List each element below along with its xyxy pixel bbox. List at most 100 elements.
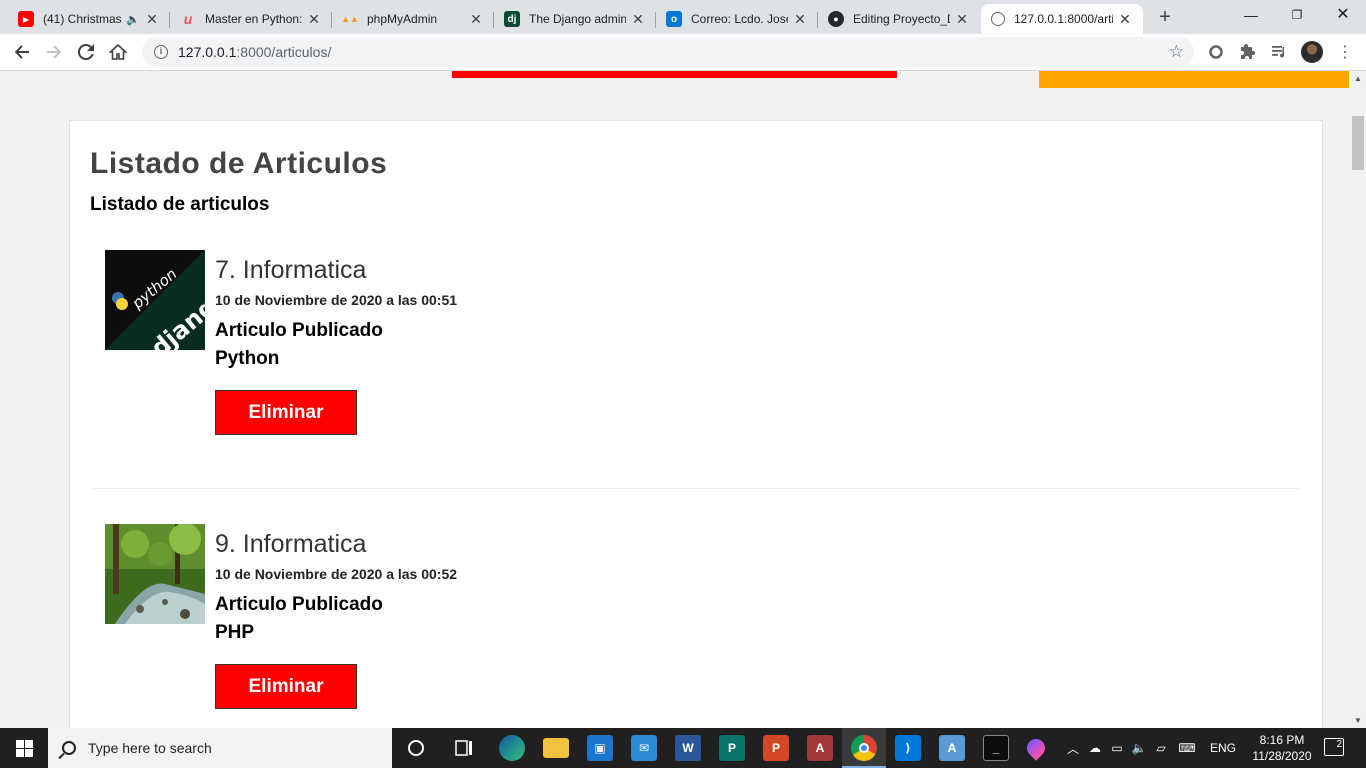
search-placeholder: Type here to search bbox=[88, 740, 212, 756]
vertical-scrollbar[interactable]: ▲ ▼ bbox=[1350, 71, 1366, 728]
django-icon: dj bbox=[504, 11, 520, 27]
article-date: 10 de Noviembre de 2020 a las 00:52 bbox=[215, 566, 458, 582]
back-arrow-icon[interactable] bbox=[10, 40, 34, 64]
extensions-puzzle-icon[interactable] bbox=[1236, 40, 1260, 64]
cloud-warning-icon[interactable]: ☁ bbox=[1084, 741, 1106, 755]
browser-toolbar: i 127.0.0.1:8000/articulos/ ☆ ⋮ bbox=[0, 34, 1366, 71]
speaker-icon[interactable]: 🔈 bbox=[126, 13, 140, 26]
globe-icon bbox=[991, 12, 1005, 26]
page-viewport: Listado de Articulos Listado de articulo… bbox=[0, 71, 1350, 728]
store-icon[interactable]: ▣ bbox=[587, 735, 613, 761]
tab-strip: ▶ (41) Christmas 🔈 ✕ u Master en Python:… bbox=[0, 0, 1366, 34]
search-icon bbox=[62, 741, 76, 755]
python-django-logo-image: python django bbox=[105, 250, 205, 350]
article-divider bbox=[90, 488, 1302, 489]
info-icon[interactable]: i bbox=[154, 45, 168, 59]
cortana-icon[interactable] bbox=[403, 735, 429, 761]
taskbar-search-box[interactable]: Type here to search bbox=[48, 728, 392, 768]
extension-circle-icon[interactable] bbox=[1204, 40, 1228, 64]
windows-taskbar: Type here to search ▣ ✉ W P P A ⟩ A _ ︿ … bbox=[0, 728, 1366, 768]
volume-icon[interactable]: 🔈 bbox=[1128, 741, 1150, 755]
notification-center-icon[interactable]: 2 bbox=[1324, 738, 1344, 756]
udemy-icon: u bbox=[183, 11, 193, 27]
delete-article-button[interactable]: Eliminar bbox=[215, 664, 357, 709]
tab-title: The Django admin bbox=[529, 12, 626, 26]
header-red-bar bbox=[452, 71, 897, 78]
tab-title: Editing Proyecto_D bbox=[853, 12, 950, 26]
article-date: 10 de Noviembre de 2020 a las 00:51 bbox=[215, 292, 458, 308]
keyboard-icon[interactable]: ⌨ bbox=[1172, 741, 1202, 755]
forest-stream-photo bbox=[105, 524, 205, 624]
notification-count: 2 bbox=[1336, 739, 1342, 750]
close-tab-icon[interactable]: ✕ bbox=[144, 11, 160, 28]
page-title: Listado de Articulos bbox=[90, 147, 388, 180]
task-view-icon[interactable] bbox=[451, 735, 477, 761]
tab-title: 127.0.0.1:8000/artic bbox=[1014, 12, 1113, 26]
tab-youtube[interactable]: ▶ (41) Christmas 🔈 ✕ bbox=[8, 4, 170, 34]
tab-udemy[interactable]: u Master en Python: ✕ bbox=[170, 4, 332, 34]
close-tab-icon[interactable]: ✕ bbox=[468, 11, 484, 28]
outlook-icon: o bbox=[666, 11, 682, 27]
media-queue-icon[interactable] bbox=[1268, 40, 1292, 64]
tab-title: phpMyAdmin bbox=[367, 12, 438, 26]
delete-article-button[interactable]: Eliminar bbox=[215, 390, 357, 435]
vscode-icon[interactable]: ⟩ bbox=[895, 735, 921, 761]
taskbar-clock[interactable]: 8:16 PM 11/28/2020 bbox=[1250, 732, 1314, 764]
clock-time: 8:16 PM bbox=[1259, 733, 1305, 747]
phpmyadmin-icon: ▲▲ bbox=[341, 14, 359, 24]
publisher-icon[interactable]: P bbox=[719, 735, 745, 761]
github-icon: ● bbox=[828, 11, 844, 27]
close-tab-icon[interactable]: ✕ bbox=[954, 11, 970, 28]
scroll-up-arrow-icon[interactable]: ▲ bbox=[1354, 74, 1362, 83]
chrome-icon[interactable] bbox=[851, 735, 877, 761]
battery-icon[interactable]: ▭ bbox=[1106, 741, 1128, 755]
tab-title: Master en Python: bbox=[205, 12, 302, 26]
url-path: :8000/articulos/ bbox=[236, 44, 332, 60]
paint-drop-icon[interactable] bbox=[1023, 735, 1049, 761]
powerpoint-icon[interactable]: P bbox=[763, 735, 789, 761]
tab-phpmyadmin[interactable]: ▲▲ phpMyAdmin ✕ bbox=[332, 4, 494, 34]
new-tab-button[interactable]: + bbox=[1153, 6, 1177, 30]
restore-icon[interactable]: ❐ bbox=[1274, 0, 1320, 32]
start-button[interactable] bbox=[0, 728, 48, 768]
tab-outlook[interactable]: o Correo: Lcdo. José ✕ bbox=[656, 4, 818, 34]
bookmark-star-icon[interactable]: ☆ bbox=[1169, 42, 1184, 62]
tab-title: Correo: Lcdo. José bbox=[691, 12, 788, 26]
reload-icon[interactable] bbox=[74, 40, 98, 64]
tab-github[interactable]: ● Editing Proyecto_D ✕ bbox=[818, 4, 980, 34]
close-tab-icon[interactable]: ✕ bbox=[792, 11, 808, 28]
url-host: 127.0.0.1 bbox=[178, 44, 237, 60]
network-icon[interactable]: ▱ bbox=[1150, 741, 1172, 755]
clock-date: 11/28/2020 bbox=[1252, 749, 1312, 763]
profile-avatar[interactable] bbox=[1301, 41, 1323, 63]
file-explorer-icon[interactable] bbox=[543, 738, 569, 758]
scrollbar-thumb[interactable] bbox=[1352, 116, 1364, 170]
word-icon[interactable]: W bbox=[675, 735, 701, 761]
page-subtitle: Listado de articulos bbox=[90, 194, 270, 215]
access-icon[interactable]: A bbox=[807, 735, 833, 761]
menu-kebab-icon[interactable]: ⋮ bbox=[1333, 40, 1357, 64]
article-status: Articulo Publicado bbox=[215, 594, 383, 615]
home-icon[interactable] bbox=[106, 40, 130, 64]
language-indicator[interactable]: ENG bbox=[1210, 741, 1236, 755]
close-tab-icon[interactable]: ✕ bbox=[630, 11, 646, 28]
edge-icon[interactable] bbox=[499, 735, 525, 761]
address-bar[interactable]: i 127.0.0.1:8000/articulos/ ☆ bbox=[142, 37, 1194, 67]
close-window-icon[interactable]: ✕ bbox=[1320, 0, 1366, 32]
scroll-down-arrow-icon[interactable]: ▼ bbox=[1354, 716, 1362, 725]
terminal-icon[interactable]: _ bbox=[983, 735, 1009, 761]
tab-django-admin[interactable]: dj The Django admin ✕ bbox=[494, 4, 656, 34]
minimize-icon[interactable]: — bbox=[1228, 0, 1274, 32]
article-title[interactable]: 9. Informatica bbox=[215, 530, 366, 559]
chevron-up-icon[interactable]: ︿ bbox=[1066, 740, 1080, 757]
mail-icon[interactable]: ✉ bbox=[631, 735, 657, 761]
close-tab-icon[interactable]: ✕ bbox=[306, 11, 322, 28]
youtube-icon: ▶ bbox=[18, 11, 34, 27]
tab-articulos-active[interactable]: 127.0.0.1:8000/artic ✕ bbox=[981, 4, 1143, 34]
article-title[interactable]: 7. Informatica bbox=[215, 256, 366, 285]
close-tab-icon[interactable]: ✕ bbox=[1117, 11, 1133, 28]
forward-arrow-icon[interactable] bbox=[42, 40, 66, 64]
content-card: Listado de Articulos Listado de articulo… bbox=[69, 120, 1323, 728]
document-app-icon[interactable]: A bbox=[939, 735, 965, 761]
windows-logo-icon bbox=[15, 739, 33, 757]
